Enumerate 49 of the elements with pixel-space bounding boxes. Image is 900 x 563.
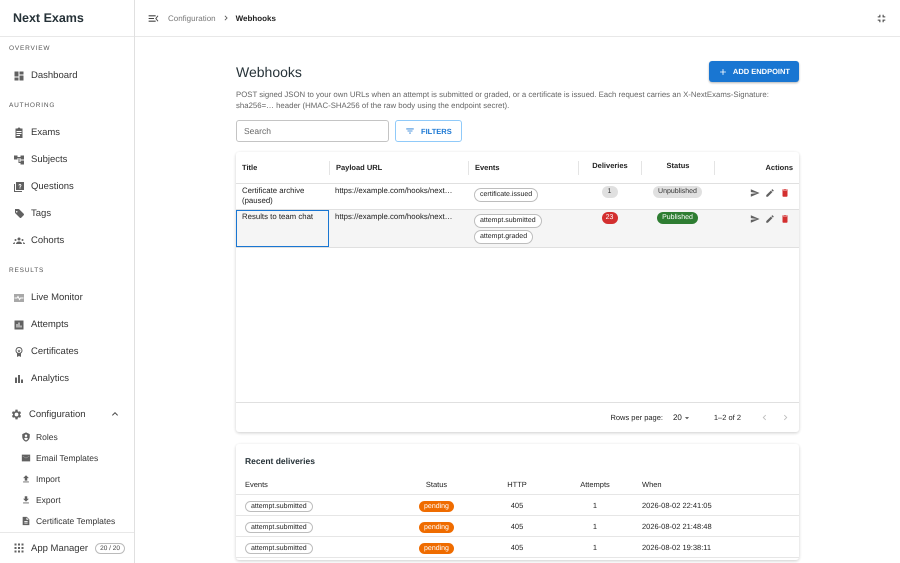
send-icon[interactable] [750, 214, 760, 224]
nav-item[interactable]: Certificate Templates [0, 510, 134, 531]
people-icon [13, 234, 25, 246]
rows-per-page-select[interactable]: 20 [672, 412, 692, 422]
filter-icon [405, 126, 415, 136]
grid-icon [13, 542, 25, 554]
nav-group[interactable]: Configuration [0, 401, 134, 427]
nav-item[interactable]: Dashboard [0, 62, 134, 89]
nav-item[interactable]: Export [0, 489, 134, 510]
edit-icon[interactable] [765, 188, 775, 198]
nav-item[interactable]: Tags [0, 200, 134, 227]
app-title: Next Exams [0, 0, 134, 37]
upload-icon [21, 474, 31, 484]
dashboard-icon [13, 70, 25, 82]
page-title: Webhooks [236, 64, 302, 80]
clipboard-icon [13, 126, 25, 138]
search-field[interactable]: Search [236, 120, 389, 142]
settings-icon [10, 408, 23, 420]
nav-item[interactable]: Subjects [0, 146, 134, 173]
question-icon [13, 180, 25, 192]
pulse-icon [13, 292, 25, 304]
nav-item[interactable]: Live Monitor [0, 284, 134, 311]
bar-chart-icon [13, 318, 25, 330]
nav-item[interactable]: Certificates [0, 338, 134, 365]
delete-icon[interactable] [780, 214, 790, 224]
hierarchy-icon [13, 154, 25, 166]
plus-icon [718, 66, 728, 76]
nav-item[interactable]: Email Templates [0, 448, 134, 469]
breadcrumb-item[interactable]: Configuration [168, 14, 216, 22]
send-icon[interactable] [750, 188, 760, 198]
nav-item[interactable]: Analytics [0, 365, 134, 392]
nav-item[interactable]: Questions [0, 173, 134, 200]
mail-icon [21, 453, 31, 464]
bar-chart-icon [13, 372, 25, 384]
document-icon [21, 516, 31, 526]
nav-item[interactable]: Exams [0, 119, 134, 146]
nav-item[interactable]: Roles [0, 427, 134, 448]
breadcrumb-item: Webhooks [236, 14, 276, 22]
nav-item[interactable]: Cohorts [0, 227, 134, 254]
tag-icon [13, 208, 25, 220]
award-icon [13, 346, 25, 358]
download-icon [21, 494, 31, 505]
nav-item[interactable]: Attempts [0, 311, 134, 338]
delete-icon[interactable] [780, 188, 790, 198]
section-title: Recent deliveries [244, 455, 316, 468]
nav-item[interactable]: Import [0, 468, 134, 490]
exit-fullscreen-icon[interactable] [875, 12, 888, 24]
edit-icon[interactable] [765, 214, 775, 224]
shield-icon [21, 432, 31, 442]
